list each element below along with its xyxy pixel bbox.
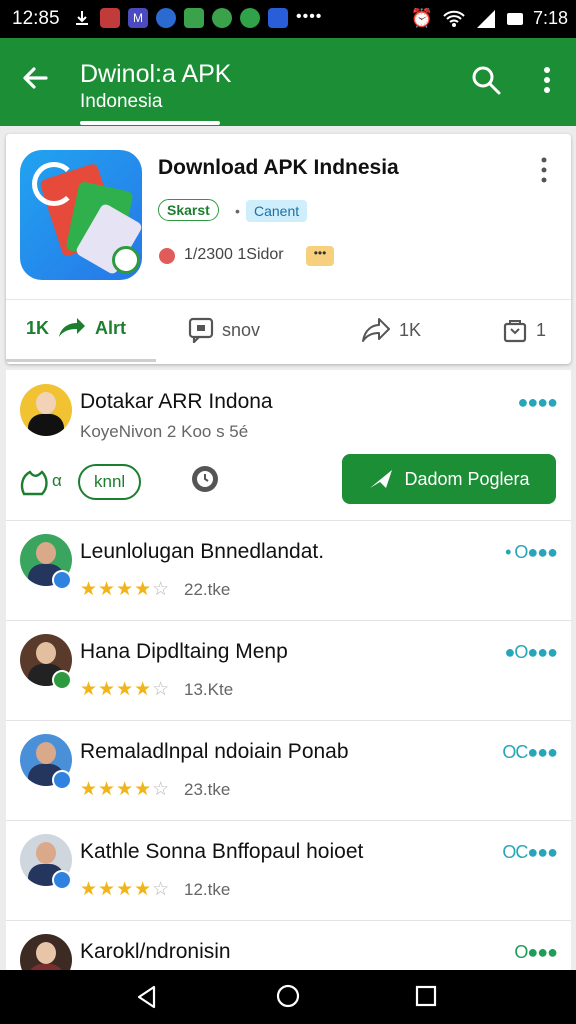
- card-menu-icon[interactable]: [539, 156, 549, 184]
- forward-action-button[interactable]: 1K: [361, 317, 421, 343]
- status-indicator: • O●●●: [505, 542, 558, 562]
- whatsapp-icon: [212, 8, 232, 28]
- app-bar: Dwinol:a APK Indonesia: [0, 38, 576, 126]
- alarm-icon: ⏰: [410, 8, 433, 28]
- publisher-subtitle: KoyeNivon 2 Koo s 5é: [80, 422, 249, 441]
- rating-count: 23.tke: [184, 780, 231, 799]
- page-title: Dwinol:a APK: [80, 60, 232, 88]
- list-item[interactable]: Remaladlnpal ndoiain Ponab ★★★★☆ 23.tke …: [6, 720, 571, 821]
- avatar[interactable]: [20, 934, 72, 970]
- publisher-name: Hana Dipdltaing Menp: [80, 640, 288, 663]
- bag-action-button[interactable]: 1: [502, 317, 546, 343]
- status-indicator: OC●●●: [502, 742, 558, 762]
- more-dots-icon: ••••: [296, 8, 323, 25]
- flag-icon: [100, 8, 120, 28]
- verified-badge-icon: [52, 870, 72, 890]
- nav-back-icon[interactable]: [134, 984, 160, 1010]
- share-action-button[interactable]: 1K Alrt: [26, 317, 126, 339]
- status-right: ⏰ 7:18: [411, 8, 568, 29]
- avatar[interactable]: [20, 384, 72, 436]
- follow-button[interactable]: knnl: [78, 464, 142, 500]
- publisher-name: Kathle Sonna Bnffopaul hoioet: [80, 840, 364, 863]
- share-label: Alrt: [95, 317, 127, 338]
- rating-stars: ★★★★☆: [80, 679, 171, 700]
- like-count: α: [52, 471, 62, 490]
- battery-icon: [506, 12, 523, 25]
- forward-arrow-icon: [59, 318, 86, 337]
- wifi-icon: [443, 10, 465, 27]
- rating-count: 22.tke: [184, 580, 231, 599]
- send-icon: [370, 470, 393, 488]
- status-indicator: ●O●●●: [504, 642, 558, 662]
- app-card: Download APK Indnesia Skarst • Canent 1/…: [6, 134, 571, 364]
- share-icon: [362, 318, 390, 342]
- info-icon: [159, 248, 175, 264]
- download-icon: [72, 8, 92, 28]
- status-indicator: OC●●●: [502, 842, 558, 862]
- forward-count: 1K: [399, 319, 422, 340]
- status-bar: 12:85 M •••• ⏰ 7:18: [0, 0, 576, 38]
- download-button-label: Dadom Poglera: [404, 468, 530, 489]
- divider: [6, 299, 571, 300]
- list-item[interactable]: Leunlolugan Bnnedlandat. ★★★★☆ 22.tke • …: [6, 520, 571, 621]
- publisher-name: Leunlolugan Bnnedlandat.: [80, 540, 325, 563]
- search-icon[interactable]: [470, 64, 502, 96]
- overflow-menu-icon[interactable]: [535, 64, 559, 96]
- publisher-name: Remaladlnpal ndoiain Ponab: [80, 740, 349, 763]
- shopping-bag-icon: [503, 320, 527, 343]
- signal-icon: [476, 9, 495, 28]
- tab-indicator: [6, 359, 156, 362]
- nav-home-icon[interactable]: [275, 983, 301, 1009]
- featured-list-item[interactable]: Dotakar ARR Indona KoyeNivon 2 Koo s 5é …: [6, 370, 571, 521]
- status-right-time: 7:18: [532, 8, 568, 28]
- publisher-list: Dotakar ARR Indona KoyeNivon 2 Koo s 5é …: [6, 370, 571, 970]
- rating-count: 12.tke: [184, 880, 231, 899]
- active-tab-indicator: [80, 121, 220, 125]
- chat-icon: [184, 8, 204, 28]
- list-item[interactable]: Kathle Sonna Bnffopaul hoioet ★★★★☆ 12.t…: [6, 820, 571, 921]
- list-item[interactable]: Karokl/ndronisin O●●●: [6, 920, 571, 970]
- bag-count: 1: [536, 319, 547, 340]
- app-icon[interactable]: [20, 150, 142, 280]
- publisher-name: Dotakar ARR Indona: [80, 390, 273, 413]
- shield-icon: [156, 8, 176, 28]
- separator-dot: •: [235, 203, 240, 219]
- calendar-icon: [268, 8, 288, 28]
- verified-badge-icon: [52, 670, 72, 690]
- category-tag[interactable]: Skarst: [158, 199, 219, 221]
- rating-count: 13.Kte: [184, 680, 234, 699]
- rating-stars: ★★★★☆: [80, 779, 171, 800]
- verified-badge-icon: [52, 570, 72, 590]
- rating-stars: ★★★★☆: [80, 879, 171, 900]
- comment-label: snov: [222, 319, 261, 340]
- comment-action-button[interactable]: snov: [188, 317, 260, 343]
- content-tag[interactable]: Canent: [246, 200, 308, 222]
- status-indicator: ●●●●: [517, 392, 558, 412]
- comment-icon: [188, 317, 214, 343]
- nav-recents-icon[interactable]: [414, 984, 438, 1008]
- publisher-name: Karokl/ndronisin: [80, 940, 231, 963]
- app-info-text: 1/2300 1Sidor: [184, 246, 284, 263]
- status-time: 12:85: [12, 8, 60, 29]
- m-icon: M: [128, 8, 148, 28]
- app-badge-icon: [112, 246, 140, 274]
- navigation-bar: [0, 970, 576, 1024]
- leaf-icon: [240, 8, 260, 28]
- back-arrow-icon[interactable]: [18, 60, 54, 96]
- rating-stars: ★★★★☆: [80, 579, 171, 600]
- clock-icon[interactable]: [192, 466, 218, 492]
- download-button[interactable]: Dadom Poglera: [342, 454, 556, 504]
- notification-icons: M ••••: [72, 8, 322, 28]
- app-title: Download APK Indnesia: [158, 156, 399, 179]
- share-count: 1K: [26, 317, 50, 338]
- status-indicator: O●●●: [514, 942, 558, 962]
- verified-badge-icon: [52, 770, 72, 790]
- page-subtitle: Indonesia: [80, 91, 163, 112]
- list-item[interactable]: Hana Dipdltaing Menp ★★★★☆ 13.Kte ●O●●●: [6, 620, 571, 721]
- info-badge: •••: [306, 246, 334, 266]
